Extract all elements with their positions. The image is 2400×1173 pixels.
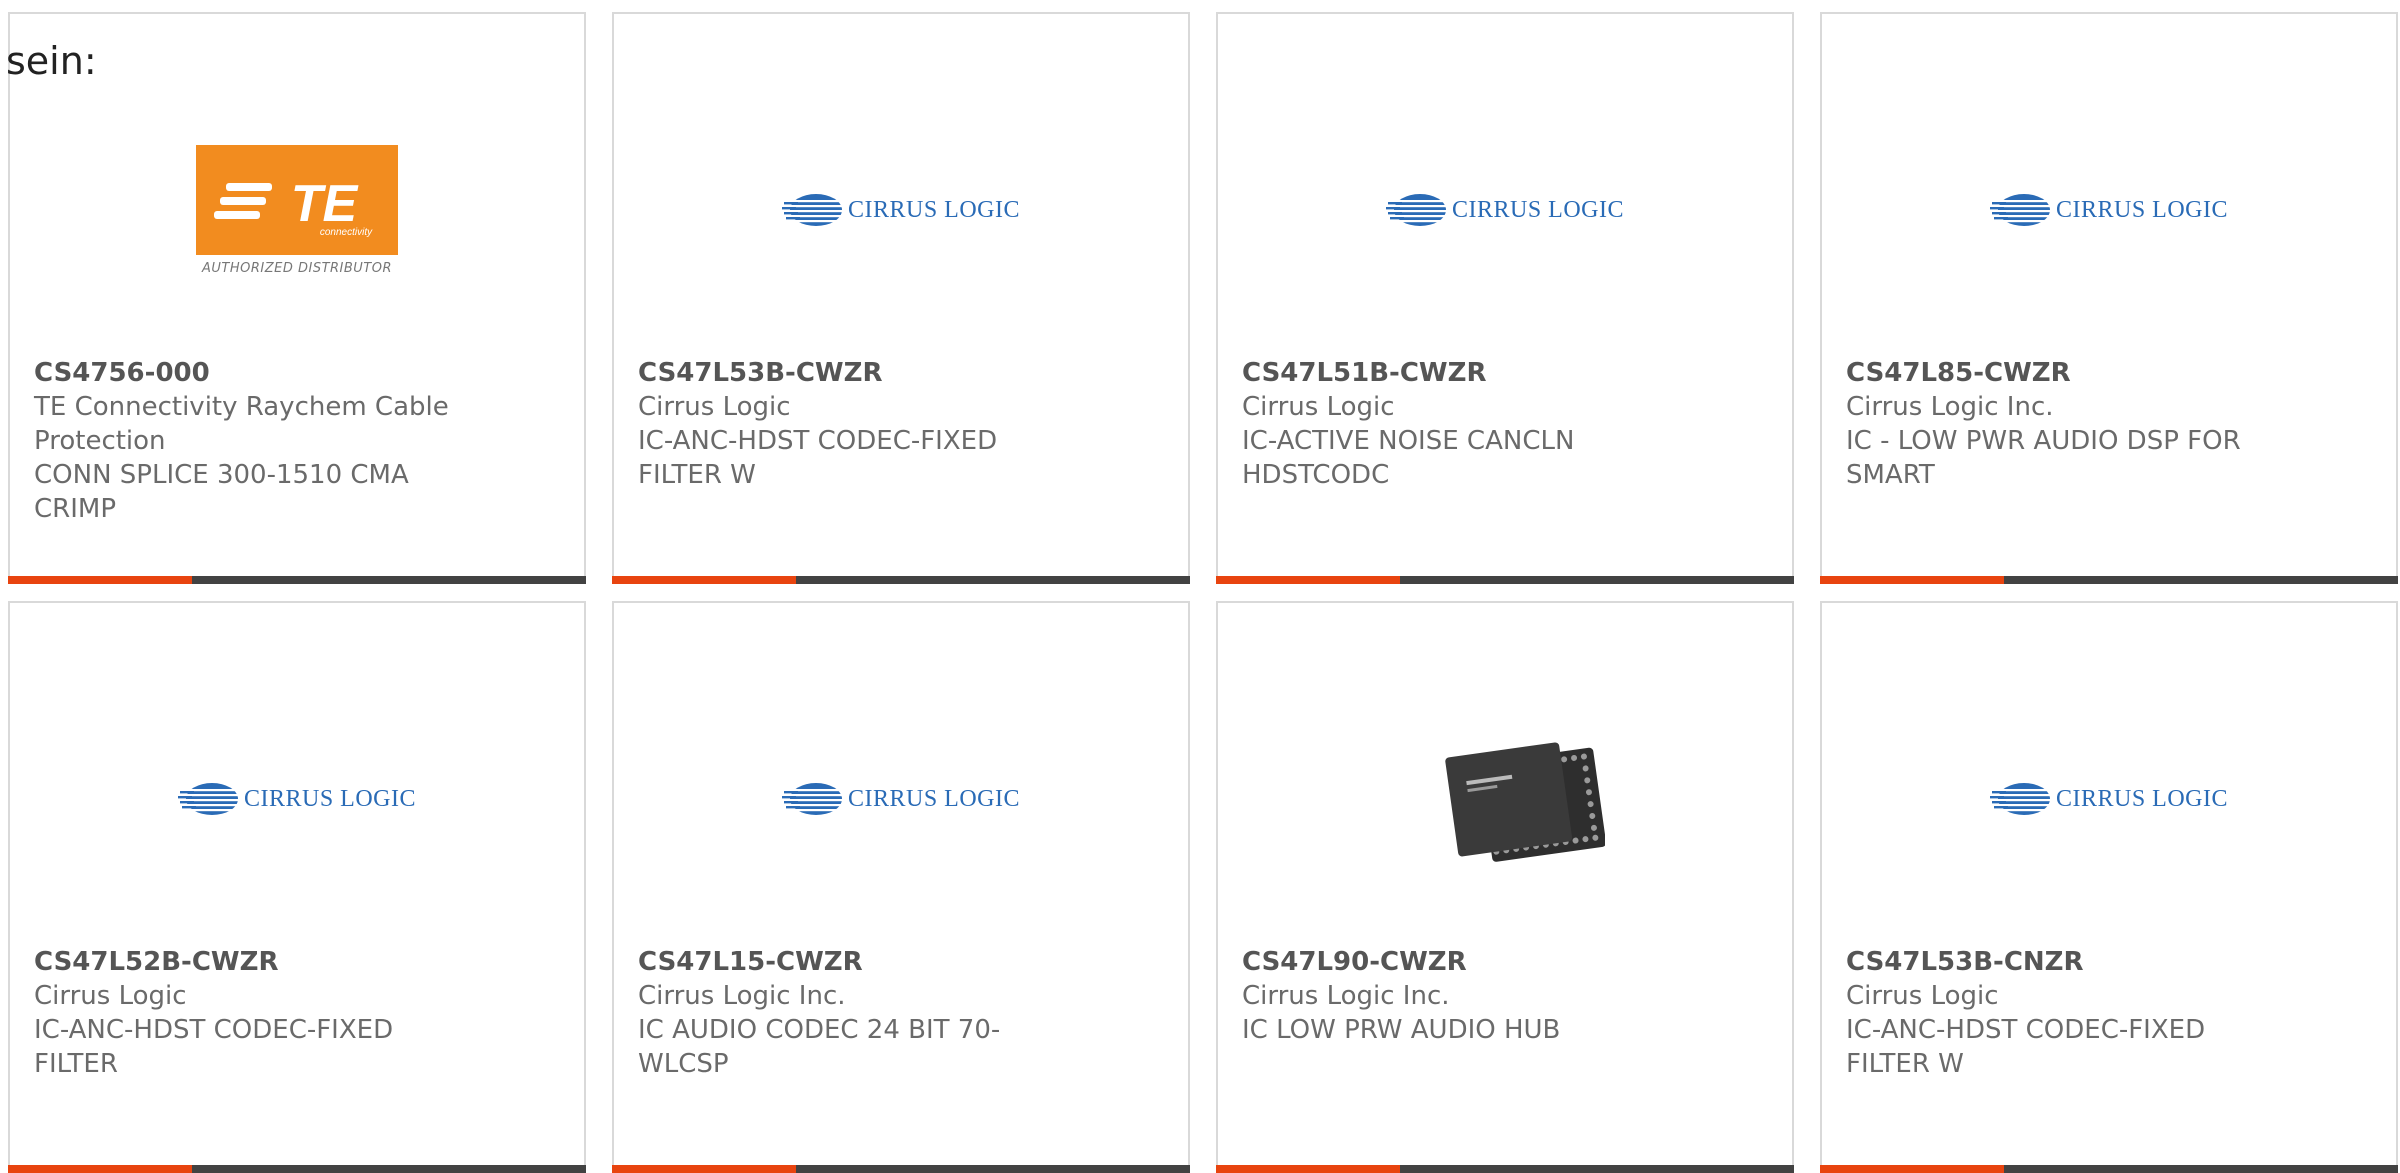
product-card[interactable]: CIRRUS LOGIC CS47L53B-CWZR Cirrus Logic … <box>612 12 1190 584</box>
te-logo-box: TE connectivity <box>196 144 398 255</box>
description: IC - LOW PWR AUDIO DSP FOR SMART <box>1846 426 2241 490</box>
card-bottom-bar <box>612 576 1190 584</box>
description: IC-ANC-HDST CODEC-FIXED FILTER <box>34 1015 394 1079</box>
card-bottom-bar <box>612 1165 1190 1173</box>
te-logo-graphic: TE connectivity <box>196 144 398 255</box>
product-card[interactable]: CIRRUS LOGIC CS47L52B-CWZR Cirrus Logic … <box>8 601 586 1173</box>
manufacturer: Cirrus Logic <box>1846 981 1999 1011</box>
part-number[interactable]: CS47L51B-CWZR <box>1242 356 1662 390</box>
cirrus-logic-logo: CIRRUS LOGIC <box>177 781 417 817</box>
cirrus-logic-logo: CIRRUS LOGIC <box>781 781 1021 817</box>
manufacturer: Cirrus Logic Inc. <box>638 981 846 1011</box>
part-number[interactable]: CS47L52B-CWZR <box>34 945 454 979</box>
manufacturer: TE Connectivity Raychem Cable Protection <box>34 392 449 456</box>
description: CONN SPLICE 300-1510 CMA CRIMP <box>34 460 409 524</box>
description: IC-ACTIVE NOISE CANCLN HDSTCODC <box>1242 426 1575 490</box>
product-card[interactable]: TE connectivity AUTHORIZED DISTRIBUTOR C… <box>8 12 586 584</box>
cirrus-logo-text: CIRRUS LOGIC <box>847 196 1021 223</box>
product-card[interactable]: CS47L90-CWZR Cirrus Logic Inc. IC LOW PR… <box>1216 601 1794 1173</box>
cirrus-logo-text: CIRRUS LOGIC <box>1451 196 1625 223</box>
cirrus-swoosh-icon <box>177 783 240 815</box>
product-card[interactable]: CIRRUS LOGIC CS47L85-CWZR Cirrus Logic I… <box>1820 12 2398 584</box>
te-logo-word: TE <box>291 175 359 233</box>
product-image: TE connectivity AUTHORIZED DISTRIBUTOR <box>10 110 584 310</box>
part-number[interactable]: CS47L90-CWZR <box>1242 945 1662 979</box>
cirrus-swoosh-icon <box>781 783 844 815</box>
description: IC AUDIO CODEC 24 BIT 70-WLCSP <box>638 1015 1001 1079</box>
cirrus-logic-logo: CIRRUS LOGIC <box>1989 781 2229 817</box>
card-bottom-bar <box>8 1165 586 1173</box>
cirrus-logo-text: CIRRUS LOGIC <box>847 785 1021 812</box>
manufacturer: Cirrus Logic Inc. <box>1242 981 1450 1011</box>
te-logo-small: connectivity <box>320 227 373 238</box>
chip-package-icon <box>1445 742 1605 862</box>
product-card[interactable]: CIRRUS LOGIC CS47L15-CWZR Cirrus Logic I… <box>612 601 1190 1173</box>
product-info: CS47L52B-CWZR Cirrus Logic IC-ANC-HDST C… <box>34 945 454 1081</box>
manufacturer: Cirrus Logic <box>638 392 791 422</box>
chip-photo <box>1405 699 1605 899</box>
description: IC LOW PRW AUDIO HUB <box>1242 1015 1561 1045</box>
product-card[interactable]: CIRRUS LOGIC CS47L51B-CWZR Cirrus Logic … <box>1216 12 1794 584</box>
manufacturer: Cirrus Logic <box>34 981 187 1011</box>
product-image: CIRRUS LOGIC <box>1822 699 2396 899</box>
product-image: CIRRUS LOGIC <box>1218 110 1792 310</box>
manufacturer: Cirrus Logic Inc. <box>1846 392 2054 422</box>
description: IC-ANC-HDST CODEC-FIXED FILTER W <box>1846 1015 2206 1079</box>
cirrus-logo-text: CIRRUS LOGIC <box>2055 785 2229 812</box>
cirrus-logo-text: CIRRUS LOGIC <box>2055 196 2229 223</box>
product-info: CS47L53B-CWZR Cirrus Logic IC-ANC-HDST C… <box>638 356 1058 492</box>
description: IC-ANC-HDST CODEC-FIXED FILTER W <box>638 426 998 490</box>
card-bottom-bar <box>1216 576 1794 584</box>
part-number[interactable]: CS47L53B-CNZR <box>1846 945 2266 979</box>
product-info: CS47L53B-CNZR Cirrus Logic IC-ANC-HDST C… <box>1846 945 2266 1081</box>
card-bottom-bar <box>1216 1165 1794 1173</box>
product-image: CIRRUS LOGIC <box>614 110 1188 310</box>
te-connectivity-logo: TE connectivity AUTHORIZED DISTRIBUTOR <box>196 144 398 276</box>
cirrus-logic-logo: CIRRUS LOGIC <box>1385 192 1625 228</box>
product-image <box>1218 699 1792 899</box>
te-logo-subtitle: AUTHORIZED DISTRIBUTOR <box>201 260 393 276</box>
cirrus-logic-logo: CIRRUS LOGIC <box>781 192 1021 228</box>
product-card[interactable]: CIRRUS LOGIC CS47L53B-CNZR Cirrus Logic … <box>1820 601 2398 1173</box>
part-number[interactable]: CS47L85-CWZR <box>1846 356 2266 390</box>
manufacturer: Cirrus Logic <box>1242 392 1395 422</box>
card-bottom-bar <box>8 576 586 584</box>
cirrus-swoosh-icon <box>781 194 844 226</box>
card-bottom-bar <box>1820 1165 2398 1173</box>
cirrus-logic-logo: CIRRUS LOGIC <box>1989 192 2229 228</box>
product-info: CS4756-000 TE Connectivity Raychem Cable… <box>34 356 454 526</box>
card-bottom-bar <box>1820 576 2398 584</box>
intro-text: sein: <box>6 39 97 83</box>
product-image: CIRRUS LOGIC <box>1822 110 2396 310</box>
part-number[interactable]: CS4756-000 <box>34 356 454 390</box>
part-number[interactable]: CS47L15-CWZR <box>638 945 1058 979</box>
cirrus-swoosh-icon <box>1385 194 1448 226</box>
product-info: CS47L85-CWZR Cirrus Logic Inc. IC - LOW … <box>1846 356 2266 492</box>
part-number[interactable]: CS47L53B-CWZR <box>638 356 1058 390</box>
product-info: CS47L15-CWZR Cirrus Logic Inc. IC AUDIO … <box>638 945 1058 1081</box>
product-info: CS47L90-CWZR Cirrus Logic Inc. IC LOW PR… <box>1242 945 1662 1047</box>
cirrus-swoosh-icon <box>1989 194 2052 226</box>
cirrus-logo-text: CIRRUS LOGIC <box>243 785 417 812</box>
cirrus-swoosh-icon <box>1989 783 2052 815</box>
product-info: CS47L51B-CWZR Cirrus Logic IC-ACTIVE NOI… <box>1242 356 1662 492</box>
product-grid: TE connectivity AUTHORIZED DISTRIBUTOR C… <box>8 12 2398 1173</box>
product-image: CIRRUS LOGIC <box>10 699 584 899</box>
product-image: CIRRUS LOGIC <box>614 699 1188 899</box>
